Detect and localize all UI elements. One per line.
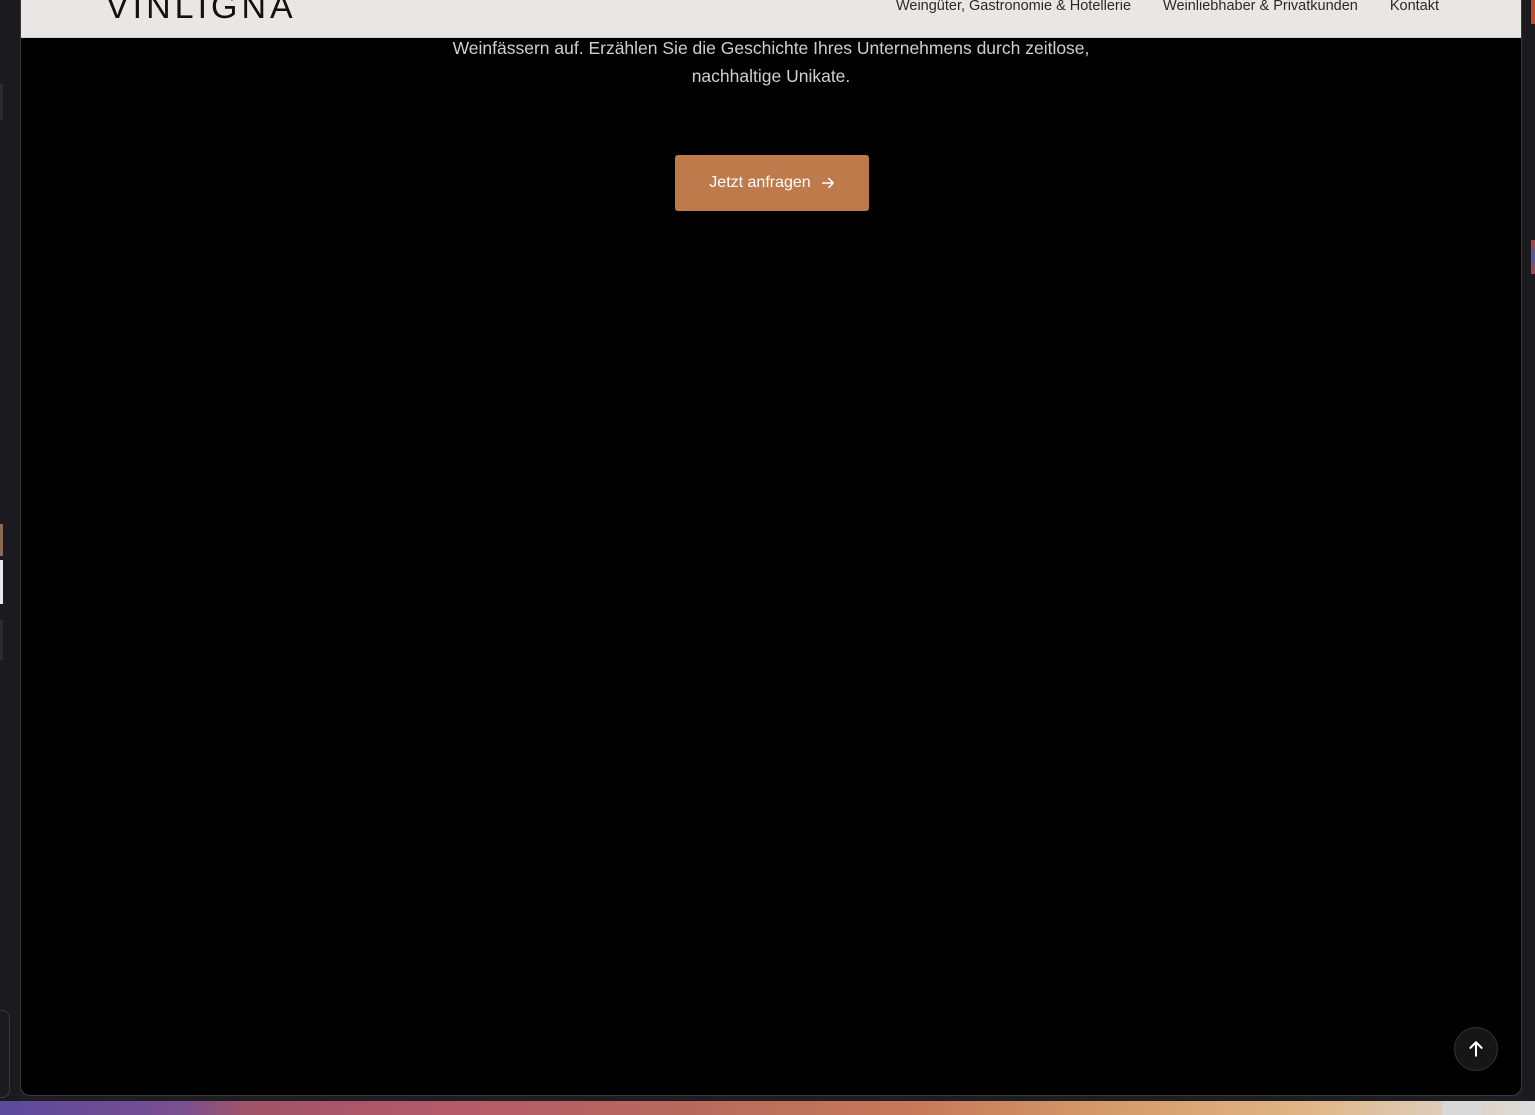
arrow-right-icon — [821, 177, 834, 189]
background-app-edge — [0, 0, 20, 1101]
background-decor — [1531, 0, 1535, 24]
browser-window: VINLIGNA Weingüter, Gastronomie & Hotell… — [20, 0, 1522, 1096]
nav-link-business[interactable]: Weingüter, Gastronomie & Hotellerie — [896, 0, 1131, 14]
hero-description-line: nachhaltige Unikate. — [691, 66, 851, 86]
inquiry-button[interactable]: Jetzt anfragen — [675, 155, 869, 211]
nav-link-private[interactable]: Weinliebhaber & Privatkunden — [1163, 0, 1358, 14]
site-header: VINLIGNA Weingüter, Gastronomie & Hotell… — [21, 0, 1521, 38]
background-decor — [1442, 1101, 1482, 1115]
nav-link-contact[interactable]: Kontakt — [1390, 0, 1439, 14]
inquiry-button-label: Jetzt anfragen — [709, 174, 811, 191]
arrow-up-icon — [1469, 1041, 1483, 1057]
main-nav: Weingüter, Gastronomie & Hotellerie Wein… — [896, 0, 1439, 14]
site-logo[interactable]: VINLIGNA — [106, 0, 297, 27]
background-decor — [0, 524, 3, 556]
desktop-wallpaper — [0, 1101, 1535, 1115]
background-app-edge-right — [1522, 0, 1535, 1101]
background-decor — [0, 620, 3, 660]
hero-description-line: Weinfässern auf. Erzählen Sie die Geschi… — [452, 38, 1090, 58]
background-decor — [0, 84, 3, 120]
background-decor — [1531, 240, 1535, 274]
scroll-to-top-button[interactable] — [1454, 1027, 1498, 1071]
hero-description: Weinfässern auf. Erzählen Sie die Geschi… — [21, 34, 1521, 90]
background-decor — [0, 1010, 10, 1098]
background-decor — [0, 560, 3, 604]
